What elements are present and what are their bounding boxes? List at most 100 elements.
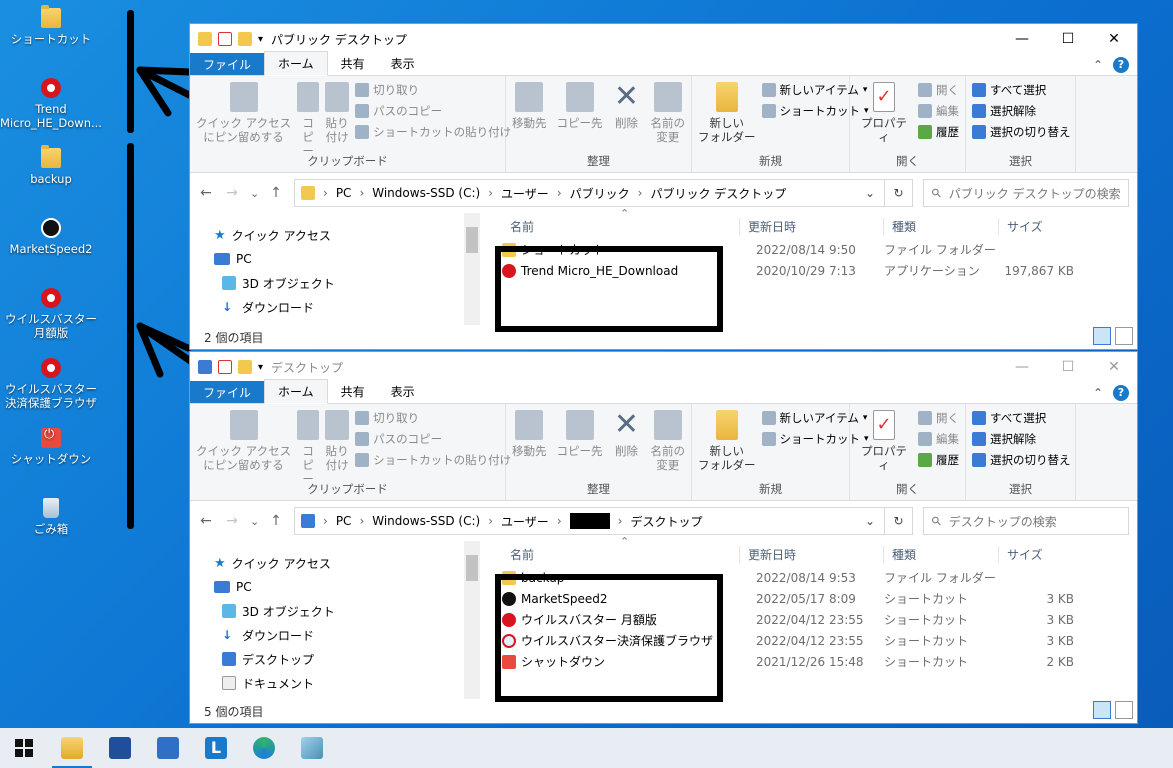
- edit-button[interactable]: 編集: [918, 431, 959, 447]
- desktop-icon-7[interactable]: ごみ箱: [0, 498, 102, 536]
- scrollbar-thumb[interactable]: [466, 227, 478, 253]
- breadcrumb-chevron-icon[interactable]: ›: [618, 514, 623, 528]
- file-row[interactable]: MarketSpeed2 2022/05/17 8:09 ショートカット 3 KB: [480, 588, 1137, 609]
- tab-share[interactable]: 共有: [328, 52, 378, 75]
- start-button[interactable]: [0, 728, 48, 768]
- nav-item-desktop[interactable]: デスクトップ: [214, 647, 480, 671]
- taskbar-file-explorer[interactable]: [48, 728, 96, 768]
- desktop-icon-1[interactable]: Trend Micro_HE_Down...: [0, 78, 102, 130]
- history-button[interactable]: 履歴: [918, 452, 959, 468]
- tab-view[interactable]: 表示: [378, 52, 428, 75]
- nav-item-quick_access[interactable]: ★ クイック アクセス: [214, 223, 480, 247]
- help-icon[interactable]: ?: [1113, 57, 1129, 73]
- file-row[interactable]: backup 2022/08/14 9:53 ファイル フォルダー: [480, 567, 1137, 588]
- file-row[interactable]: ショートカット 2022/08/14 9:50 ファイル フォルダー: [480, 239, 1137, 260]
- breadcrumb-segment[interactable]: Windows-SSD (C:): [372, 186, 480, 200]
- large-icons-view-icon[interactable]: [1115, 701, 1133, 719]
- edit-button[interactable]: 編集: [918, 103, 959, 119]
- taskbar-notepad[interactable]: [288, 728, 336, 768]
- maximize-button[interactable]: ☐: [1045, 359, 1091, 375]
- large-icons-view-icon[interactable]: [1115, 327, 1133, 345]
- breadcrumb-chevron-icon[interactable]: ›: [359, 186, 364, 200]
- taskbar-edge[interactable]: [240, 728, 288, 768]
- nav-item-quick_access[interactable]: ★ クイック アクセス: [214, 551, 480, 575]
- history-button[interactable]: 履歴: [918, 124, 959, 140]
- breadcrumb-segment[interactable]: ユーザー: [501, 185, 549, 202]
- breadcrumb-segment[interactable]: PC: [336, 514, 352, 528]
- column-size[interactable]: サイズ: [999, 218, 1074, 235]
- paste-shortcut-button[interactable]: ショートカットの貼り付け: [355, 124, 511, 140]
- open-button[interactable]: 開く: [918, 82, 959, 98]
- desktop-icon-4[interactable]: ウイルスバスター 月額版: [0, 288, 102, 340]
- forward-arrow-icon[interactable]: →: [224, 513, 240, 529]
- file-row[interactable]: ウイルスバスター決済保護ブラウザ 2022/04/12 23:55 ショートカット 3…: [480, 630, 1137, 651]
- breadcrumb-chevron-icon[interactable]: ›: [557, 514, 562, 528]
- nav-item-objects3d[interactable]: 3D オブジェクト: [214, 271, 480, 295]
- column-type[interactable]: 種類: [884, 545, 999, 563]
- refresh-icon[interactable]: ↻: [884, 180, 912, 206]
- desktop-icon-5[interactable]: ウイルスバスター決済保護ブラウザ: [0, 358, 102, 410]
- recent-chevron-icon[interactable]: ⌄: [250, 187, 259, 200]
- address-bar[interactable]: › PC › Windows-SSD (C:) › ユーザー › › デスクトップ ⌄ ↻: [294, 507, 913, 535]
- help-icon[interactable]: ?: [1113, 385, 1129, 401]
- tab-share[interactable]: 共有: [328, 380, 378, 403]
- qa-dropdown-icon[interactable]: ▾: [258, 362, 263, 373]
- nav-item-pc[interactable]: PC: [214, 575, 480, 599]
- select-all-button[interactable]: すべて選択: [972, 82, 1071, 98]
- column-name[interactable]: 名前: [480, 545, 740, 563]
- breadcrumb-chevron-icon[interactable]: ›: [359, 514, 364, 528]
- breadcrumb-segment[interactable]: ユーザー: [501, 513, 549, 530]
- properties-check-icon[interactable]: [218, 32, 232, 46]
- column-date[interactable]: 更新日時: [740, 217, 884, 235]
- breadcrumb-chevron-icon[interactable]: ›: [488, 186, 493, 200]
- nav-item-downloads[interactable]: ↓ ダウンロード: [214, 295, 480, 319]
- breadcrumb-chevron-icon[interactable]: ›: [488, 514, 493, 528]
- chevron-up-icon[interactable]: ⌃: [1093, 58, 1103, 72]
- up-arrow-icon[interactable]: ↑: [268, 513, 284, 529]
- breadcrumb-chevron-icon[interactable]: ›: [557, 186, 562, 200]
- new-folder-icon[interactable]: [238, 32, 252, 46]
- search-input[interactable]: ⚲ パブリック デスクトップの検索: [923, 179, 1129, 207]
- select-all-button[interactable]: すべて選択: [972, 410, 1071, 426]
- breadcrumb-segment[interactable]: PC: [336, 186, 352, 200]
- nav-scrollbar[interactable]: [464, 213, 480, 325]
- tab-file[interactable]: ファイル: [190, 381, 265, 403]
- invert-button[interactable]: 選択の切り替え: [972, 124, 1071, 140]
- open-button[interactable]: 開く: [918, 410, 959, 426]
- select-none-button[interactable]: 選択解除: [972, 431, 1071, 447]
- breadcrumb-chevron-icon[interactable]: ›: [323, 514, 328, 528]
- file-row[interactable]: Trend Micro_HE_Download 2020/10/29 7:13 アプ…: [480, 260, 1137, 281]
- forward-arrow-icon[interactable]: →: [224, 185, 240, 201]
- back-arrow-icon[interactable]: ←: [198, 513, 214, 529]
- refresh-icon[interactable]: ↻: [884, 508, 912, 534]
- copy-path-button[interactable]: パスのコピー: [355, 431, 511, 447]
- file-row[interactable]: シャットダウン 2021/12/26 15:48 ショートカット 2 KB: [480, 651, 1137, 672]
- column-type[interactable]: 種類: [884, 217, 999, 235]
- recent-chevron-icon[interactable]: ⌄: [250, 515, 259, 528]
- minimize-button[interactable]: —: [999, 31, 1045, 47]
- search-input[interactable]: ⚲ デスクトップの検索: [923, 507, 1129, 535]
- desktop-icon-3[interactable]: MarketSpeed2: [0, 218, 102, 256]
- nav-item-documents[interactable]: ドキュメント: [214, 671, 480, 695]
- file-row[interactable]: ウイルスバスター 月額版 2022/04/12 23:55 ショートカット 3 KB: [480, 609, 1137, 630]
- taskbar-mail[interactable]: [144, 728, 192, 768]
- details-view-icon[interactable]: [1093, 327, 1111, 345]
- breadcrumb-chevron-icon[interactable]: ›: [638, 186, 643, 200]
- cut-button[interactable]: 切り取り: [355, 82, 511, 98]
- address-dropdown-icon[interactable]: ⌄: [856, 508, 884, 534]
- taskbar-l-app[interactable]: L: [192, 728, 240, 768]
- qa-dropdown-icon[interactable]: ▾: [258, 34, 263, 45]
- nav-item-objects3d[interactable]: 3D オブジェクト: [214, 599, 480, 623]
- breadcrumb-segment[interactable]: パブリック: [570, 185, 630, 202]
- breadcrumb-chevron-icon[interactable]: ›: [323, 186, 328, 200]
- breadcrumb-segment[interactable]: Windows-SSD (C:): [372, 514, 480, 528]
- paste-shortcut-button[interactable]: ショートカットの貼り付け: [355, 452, 511, 468]
- column-name[interactable]: 名前: [480, 217, 740, 235]
- tab-view[interactable]: 表示: [378, 380, 428, 403]
- taskbar-store[interactable]: [96, 728, 144, 768]
- new-folder-icon[interactable]: [238, 360, 252, 374]
- tab-file[interactable]: ファイル: [190, 53, 265, 75]
- chevron-up-icon[interactable]: ⌃: [1093, 386, 1103, 400]
- invert-button[interactable]: 選択の切り替え: [972, 452, 1071, 468]
- breadcrumb-segment[interactable]: パブリック デスクトップ: [650, 185, 786, 202]
